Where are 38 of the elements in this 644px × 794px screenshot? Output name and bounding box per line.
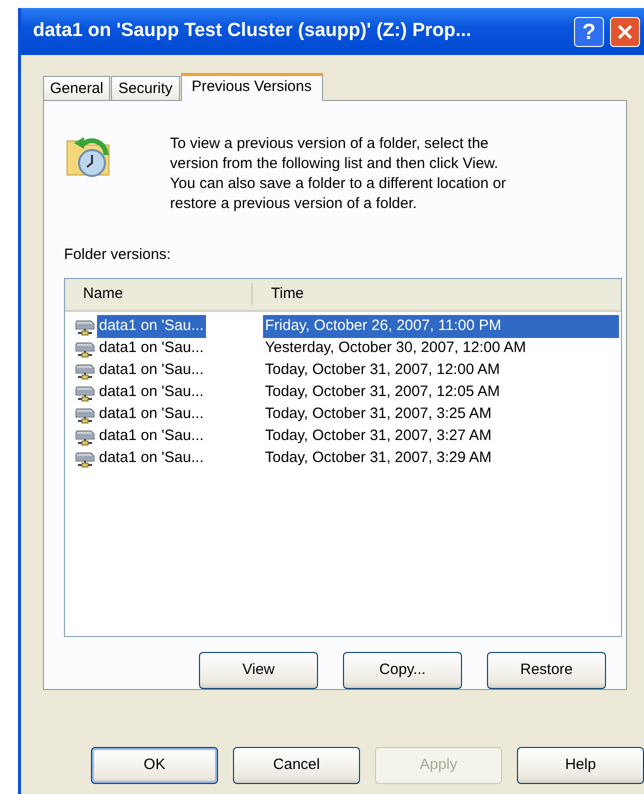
tab[interactable]: General bbox=[43, 76, 110, 100]
network-drive-icon bbox=[75, 384, 95, 402]
close-button[interactable] bbox=[610, 16, 640, 46]
row-time[interactable]: Today, October 31, 2007, 3:29 AM bbox=[263, 447, 494, 470]
row-name[interactable]: data1 on 'Sau... bbox=[97, 447, 206, 470]
row-name[interactable]: data1 on 'Sau... bbox=[97, 315, 206, 338]
row-time[interactable]: Today, October 31, 2007, 12:05 AM bbox=[263, 381, 502, 404]
list-label: Folder versions: bbox=[64, 245, 172, 265]
dialog-button[interactable]: Help bbox=[517, 747, 644, 784]
row-name[interactable]: data1 on 'Sau... bbox=[97, 403, 206, 426]
close-icon bbox=[616, 22, 634, 40]
help-button[interactable]: ? bbox=[574, 16, 604, 46]
description-text: To view a previous version of a folder, select the version from the following list and then click View. You can also save a folder to a different location or restore a previous version of a folder. bbox=[170, 134, 508, 214]
tab[interactable]: Previous Versions bbox=[180, 73, 323, 101]
dialog-button[interactable]: Cancel bbox=[233, 747, 360, 784]
row-time[interactable]: Yesterday, October 30, 2007, 12:00 AM bbox=[263, 337, 528, 360]
window-title: data1 on 'Saupp Test Cluster (saupp)' (Z:) Prop... bbox=[33, 19, 472, 44]
row-time[interactable]: Today, October 31, 2007, 12:00 AM bbox=[263, 359, 502, 382]
row-time[interactable]: Today, October 31, 2007, 3:25 AM bbox=[263, 403, 494, 426]
dialog-button[interactable]: View bbox=[199, 652, 318, 689]
dialog-button[interactable]: Restore bbox=[487, 652, 606, 689]
row-name[interactable]: data1 on 'Sau... bbox=[97, 381, 206, 404]
dialog-button[interactable]: OK bbox=[91, 747, 218, 784]
network-drive-icon bbox=[75, 450, 95, 468]
dialog-button[interactable]: Copy... bbox=[343, 652, 462, 689]
tab[interactable]: Security bbox=[111, 76, 180, 100]
row-name[interactable]: data1 on 'Sau... bbox=[97, 425, 206, 448]
column-header[interactable]: Name bbox=[65, 282, 253, 306]
row-time[interactable]: Friday, October 26, 2007, 11:00 PM bbox=[263, 315, 619, 338]
network-drive-icon bbox=[75, 340, 95, 358]
network-drive-icon bbox=[75, 428, 95, 446]
row-time[interactable]: Today, October 31, 2007, 3:27 AM bbox=[263, 425, 494, 448]
network-drive-icon bbox=[75, 406, 95, 424]
column-header[interactable]: Time bbox=[253, 282, 304, 306]
row-name[interactable]: data1 on 'Sau... bbox=[97, 337, 206, 360]
network-drive-icon bbox=[75, 362, 95, 380]
network-drive-icon bbox=[75, 318, 95, 336]
row-name[interactable]: data1 on 'Sau... bbox=[97, 359, 206, 382]
